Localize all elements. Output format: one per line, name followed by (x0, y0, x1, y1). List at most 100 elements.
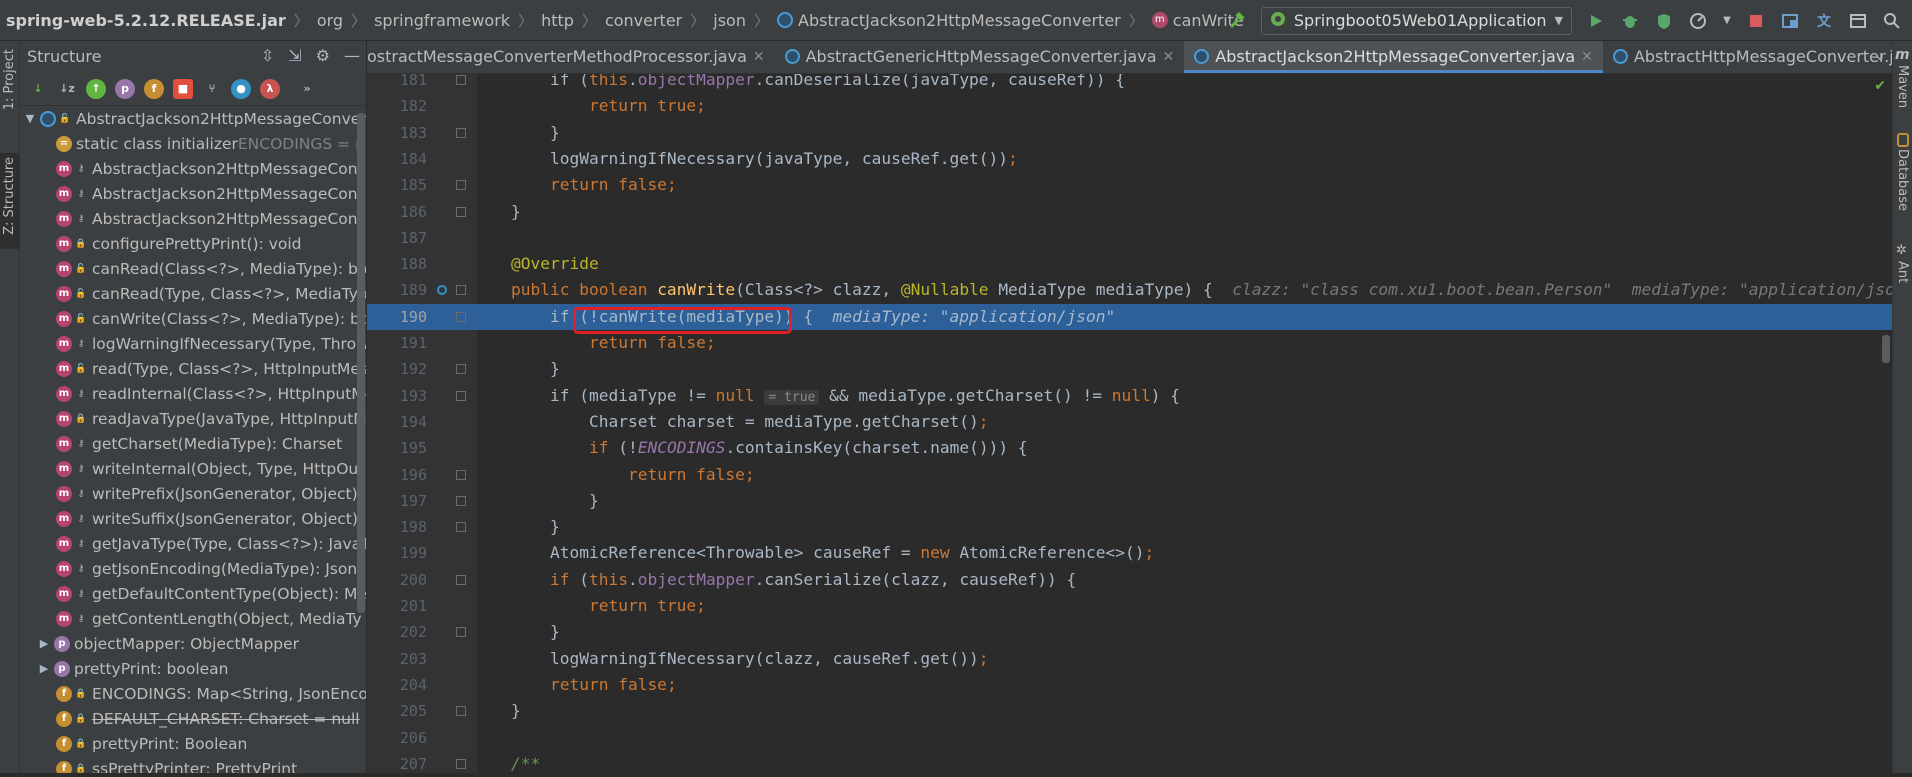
gear-icon[interactable]: ⚙ (316, 46, 330, 65)
fold-marker-icon[interactable] (456, 206, 466, 217)
line-number[interactable]: 187 (367, 225, 427, 251)
project-structure-icon[interactable] (1780, 11, 1800, 31)
code-line[interactable] (477, 725, 1892, 751)
code-line[interactable]: @Override (477, 251, 1892, 277)
structure-item[interactable]: m ⚷ writeInternal(Object, Type, HttpOut (20, 456, 366, 481)
structure-item[interactable]: ▶ p objectMapper: ObjectMapper (20, 631, 366, 656)
structure-item[interactable]: f 🔒 ssPrettyPrinter: PrettyPrint (20, 756, 366, 773)
breadcrumb-org[interactable]: org (317, 11, 343, 30)
fold-marker-icon[interactable] (456, 495, 466, 506)
fold-marker-icon[interactable] (456, 311, 466, 322)
collapse-all-icon[interactable]: ⇲ (288, 46, 301, 65)
collapsed-arrow-icon[interactable]: ▶ (36, 662, 52, 675)
fold-marker-icon[interactable] (456, 285, 466, 296)
code-line[interactable]: } (477, 199, 1892, 225)
line-number[interactable]: 202 (367, 619, 427, 645)
fold-marker-icon[interactable] (456, 469, 466, 480)
code-line[interactable]: Charset charset = mediaType.getCharset()… (477, 409, 1892, 435)
show-non-public-icon[interactable]: ■ (173, 78, 193, 99)
structure-item[interactable]: m ⚷ AbstractJackson2HttpMessageCon (20, 156, 366, 181)
structure-item[interactable]: f 🔒 ENCODINGS: Map<String, JsonEnco (20, 681, 366, 706)
editor-tab[interactable]: AbstractHttpMessageConverter.java✕ (1603, 41, 1892, 73)
line-number[interactable]: 183 (367, 120, 427, 146)
structure-item[interactable]: f 🔒 prettyPrint: Boolean (20, 731, 366, 756)
code-line[interactable]: if (mediaType != null = true && mediaTyp… (477, 383, 1892, 409)
line-number[interactable]: 186 (367, 199, 427, 225)
breadcrumb-converter[interactable]: converter (605, 11, 682, 30)
breadcrumb-json[interactable]: json (713, 11, 746, 30)
structure-item[interactable]: m 🔒 readJavaType(JavaType, HttpInputM (20, 406, 366, 431)
breadcrumb-springframework[interactable]: springframework (374, 11, 510, 30)
code-line[interactable]: AtomicReference<Throwable> causeRef = ne… (477, 540, 1892, 566)
code-line[interactable]: logWarningIfNecessary(clazz, causeRef.ge… (477, 646, 1892, 672)
line-number[interactable]: 193 (367, 383, 427, 409)
line-number[interactable]: 190 (367, 304, 427, 330)
translate-icon[interactable]: 文 (1814, 11, 1834, 31)
fold-marker-icon[interactable] (456, 574, 466, 585)
code-line[interactable]: } (477, 619, 1892, 645)
code-line[interactable]: /** (477, 751, 1892, 773)
profile-icon[interactable] (1688, 11, 1708, 31)
sort-alphabetically-icon[interactable]: ↓z (57, 79, 77, 99)
project-tool-button[interactable]: 1: Project (2, 49, 17, 110)
structure-item[interactable]: m 🔓 read(Type, Class<?>, HttpInputMes (20, 356, 366, 381)
debug-icon[interactable] (1620, 11, 1640, 31)
override-marker-icon[interactable] (437, 285, 447, 296)
run-configuration-select[interactable]: Springboot05Web01Application ▼ (1260, 6, 1572, 35)
fold-marker-icon[interactable] (456, 127, 466, 138)
code-line[interactable]: } (477, 488, 1892, 514)
line-number[interactable]: 188 (367, 251, 427, 277)
line-number[interactable]: 201 (367, 593, 427, 619)
fold-marker-icon[interactable] (456, 706, 466, 717)
ant-tool-button[interactable]: Ant (1895, 261, 1910, 283)
code-line[interactable]: return false; (477, 672, 1892, 698)
breadcrumb-jar[interactable]: spring-web-5.2.12.RELEASE.jar (6, 11, 286, 30)
collapsed-arrow-icon[interactable]: ▶ (36, 637, 52, 650)
coverage-icon[interactable] (1654, 11, 1674, 31)
show-fields-icon[interactable]: f (144, 78, 164, 99)
structure-item[interactable]: m ⚷ AbstractJackson2HttpMessageCon (20, 181, 366, 206)
structure-item[interactable]: ▶ p prettyPrint: boolean (20, 656, 366, 681)
structure-item[interactable]: m ⚷ readInternal(Class<?>, HttpInputMe (20, 381, 366, 406)
line-number[interactable]: 197 (367, 488, 427, 514)
breadcrumb-http[interactable]: http (541, 11, 574, 30)
code-line[interactable]: public boolean canWrite(Class<?> clazz, … (477, 277, 1892, 303)
line-number[interactable]: 185 (367, 172, 427, 198)
code-line[interactable]: if (this.objectMapper.canSerialize(clazz… (477, 567, 1892, 593)
structure-item[interactable]: = static class initializer ENCODINGS = ne (20, 131, 366, 156)
line-number[interactable]: 196 (367, 462, 427, 488)
code-line[interactable]: return true; (477, 593, 1892, 619)
structure-item[interactable]: m ⚷ getCharset(MediaType): Charset (20, 431, 366, 456)
line-number[interactable]: 199 (367, 540, 427, 566)
stop-icon[interactable] (1746, 11, 1766, 31)
group-by-icon[interactable]: ⑂ (202, 79, 222, 99)
line-number[interactable]: 194 (367, 409, 427, 435)
fold-marker-icon[interactable] (456, 364, 466, 375)
code-line[interactable]: } (477, 356, 1892, 382)
line-number[interactable]: 206 (367, 725, 427, 751)
structure-item[interactable]: f 🔒 DEFAULT_CHARSET: Charset = null (20, 706, 366, 731)
close-icon[interactable]: ✕ (1581, 49, 1593, 65)
layout-icon[interactable] (1848, 11, 1868, 31)
line-number[interactable]: 189 (367, 277, 427, 303)
fold-marker-icon[interactable] (456, 758, 466, 769)
line-number[interactable]: 204 (367, 672, 427, 698)
expanded-arrow-icon[interactable]: ▼ (22, 112, 38, 125)
code-line[interactable]: return false; (477, 172, 1892, 198)
line-number[interactable]: 205 (367, 698, 427, 724)
structure-item[interactable]: m ⚷ writeSuffix(JsonGenerator, Object): (20, 506, 366, 531)
lambdas-icon[interactable]: λ (260, 78, 280, 99)
sort-by-visibility-icon[interactable]: ↓ (28, 79, 48, 99)
structure-item[interactable]: m ⚷ getJsonEncoding(MediaType): Json (20, 556, 366, 581)
structure-item[interactable]: m ⚷ getDefaultContentType(Object): Me (20, 581, 366, 606)
structure-item[interactable]: m ⚷ writePrefix(JsonGenerator, Object): (20, 481, 366, 506)
structure-item[interactable]: m ⚷ getContentLength(Object, MediaTy (20, 606, 366, 631)
structure-item[interactable]: m 🔓 canWrite(Class<?>, MediaType): bo (20, 306, 366, 331)
search-everywhere-icon[interactable] (1882, 11, 1902, 31)
fold-marker-icon[interactable] (456, 180, 466, 191)
structure-item[interactable]: m ⚷ logWarningIfNecessary(Type, Throw (20, 331, 366, 356)
build-hammer-icon[interactable] (1227, 11, 1247, 31)
show-properties-icon[interactable]: p (115, 78, 135, 99)
fold-marker-icon[interactable] (456, 627, 466, 638)
code-line[interactable]: if (this.objectMapper.canDeserialize(jav… (477, 74, 1892, 93)
